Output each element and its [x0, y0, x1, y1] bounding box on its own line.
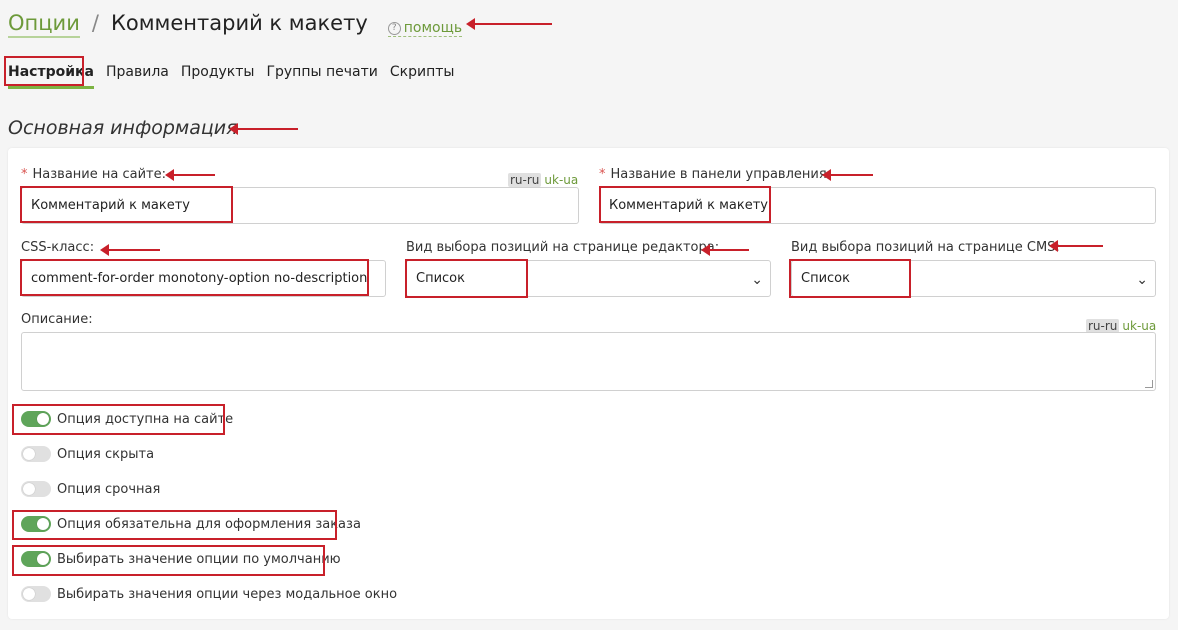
- description-textarea[interactable]: [21, 332, 1156, 391]
- breadcrumb-separator: /: [91, 11, 99, 35]
- question-circle-icon: ?: [387, 21, 401, 35]
- annotation-arrow: [701, 244, 749, 256]
- toggle-label: Опция обязательна для оформления заказа: [57, 516, 361, 532]
- toggle-required-for-order[interactable]: Опция обязательна для оформления заказа: [21, 516, 361, 532]
- toggle-switch-icon[interactable]: [21, 411, 51, 427]
- site-name-label: * Название на сайте:: [21, 167, 166, 182]
- css-class-label: CSS-класс:: [21, 240, 95, 255]
- help-label: помощь: [403, 20, 463, 36]
- cms-select-label: Вид выбора позиций на странице CMS:: [791, 240, 1060, 255]
- toggle-hidden[interactable]: Опция скрыта: [21, 446, 154, 462]
- required-mark: *: [21, 167, 28, 182]
- lang-ru[interactable]: ru-ru: [1086, 319, 1120, 333]
- cms-view-value: Список: [801, 271, 850, 286]
- toggle-modal-select[interactable]: Выбирать значения опции через модальное …: [21, 586, 397, 602]
- page-title: Комментарий к макету: [110, 11, 368, 35]
- toggle-label: Выбирать значение опции по умолчанию: [57, 551, 341, 567]
- cms-view-select[interactable]: Список ⌄: [791, 260, 1156, 297]
- tab-bar: Настройка Правила Продукты Группы печати…: [8, 64, 466, 89]
- chevron-down-icon: ⌄: [1136, 272, 1148, 288]
- description-label: Описание:: [21, 312, 93, 327]
- annotation-arrow: [229, 123, 298, 135]
- annotation-arrow: [466, 18, 552, 30]
- toggle-switch-icon[interactable]: [21, 481, 51, 497]
- toggle-switch-icon[interactable]: [21, 551, 51, 567]
- tab-rules[interactable]: Правила: [106, 64, 169, 89]
- help-link[interactable]: ? помощь: [387, 20, 463, 37]
- language-switch: ru-ru uk-ua: [1086, 319, 1156, 333]
- toggle-label: Опция скрыта: [57, 446, 155, 462]
- toggle-label: Выбирать значения опции через модальное …: [57, 586, 398, 602]
- tab-settings[interactable]: Настройка: [8, 64, 94, 89]
- toggle-default-value[interactable]: Выбирать значение опции по умолчанию: [21, 551, 341, 567]
- editor-view-value: Список: [416, 271, 465, 286]
- breadcrumb: Опции / Комментарий к макету ? помощь: [8, 11, 463, 38]
- settings-card: * Название на сайте: ru-ru uk-ua Коммента…: [8, 148, 1169, 619]
- toggle-switch-icon[interactable]: [21, 446, 51, 462]
- chevron-down-icon: ⌄: [751, 272, 763, 288]
- editor-view-select[interactable]: Список ⌄: [406, 260, 771, 297]
- toggle-switch-icon[interactable]: [21, 586, 51, 602]
- toggle-label: Опция срочная: [57, 481, 161, 497]
- admin-name-label: * Название в панели управления:: [599, 167, 832, 182]
- annotation-arrow: [822, 169, 873, 181]
- lang-uk[interactable]: uk-ua: [544, 173, 578, 187]
- editor-select-label: Вид выбора позиций на странице редактора…: [406, 240, 720, 255]
- admin-name-input[interactable]: Комментарий к макету: [599, 187, 1156, 224]
- tab-scripts[interactable]: Скрипты: [390, 64, 455, 89]
- lang-uk[interactable]: uk-ua: [1122, 319, 1156, 333]
- language-switch: ru-ru uk-ua: [508, 173, 578, 187]
- required-mark: *: [599, 167, 606, 182]
- toggle-available-on-site[interactable]: Опция доступна на сайте: [21, 411, 233, 427]
- resize-handle-icon[interactable]: [1145, 380, 1153, 388]
- lang-ru[interactable]: ru-ru: [508, 173, 542, 187]
- tab-products[interactable]: Продукты: [181, 64, 255, 89]
- css-class-input[interactable]: comment-for-order monotony-option no-des…: [21, 260, 386, 297]
- toggle-switch-icon[interactable]: [21, 516, 51, 532]
- site-name-input[interactable]: Комментарий к макету: [21, 187, 579, 224]
- annotation-arrow: [165, 169, 215, 181]
- breadcrumb-options-link[interactable]: Опции: [8, 11, 80, 38]
- toggle-label: Опция доступна на сайте: [57, 411, 234, 427]
- tab-print-groups[interactable]: Группы печати: [266, 64, 377, 89]
- annotation-arrow: [1049, 240, 1103, 252]
- section-title: Основная информация: [8, 117, 238, 139]
- annotation-arrow: [100, 244, 160, 256]
- toggle-urgent[interactable]: Опция срочная: [21, 481, 160, 497]
